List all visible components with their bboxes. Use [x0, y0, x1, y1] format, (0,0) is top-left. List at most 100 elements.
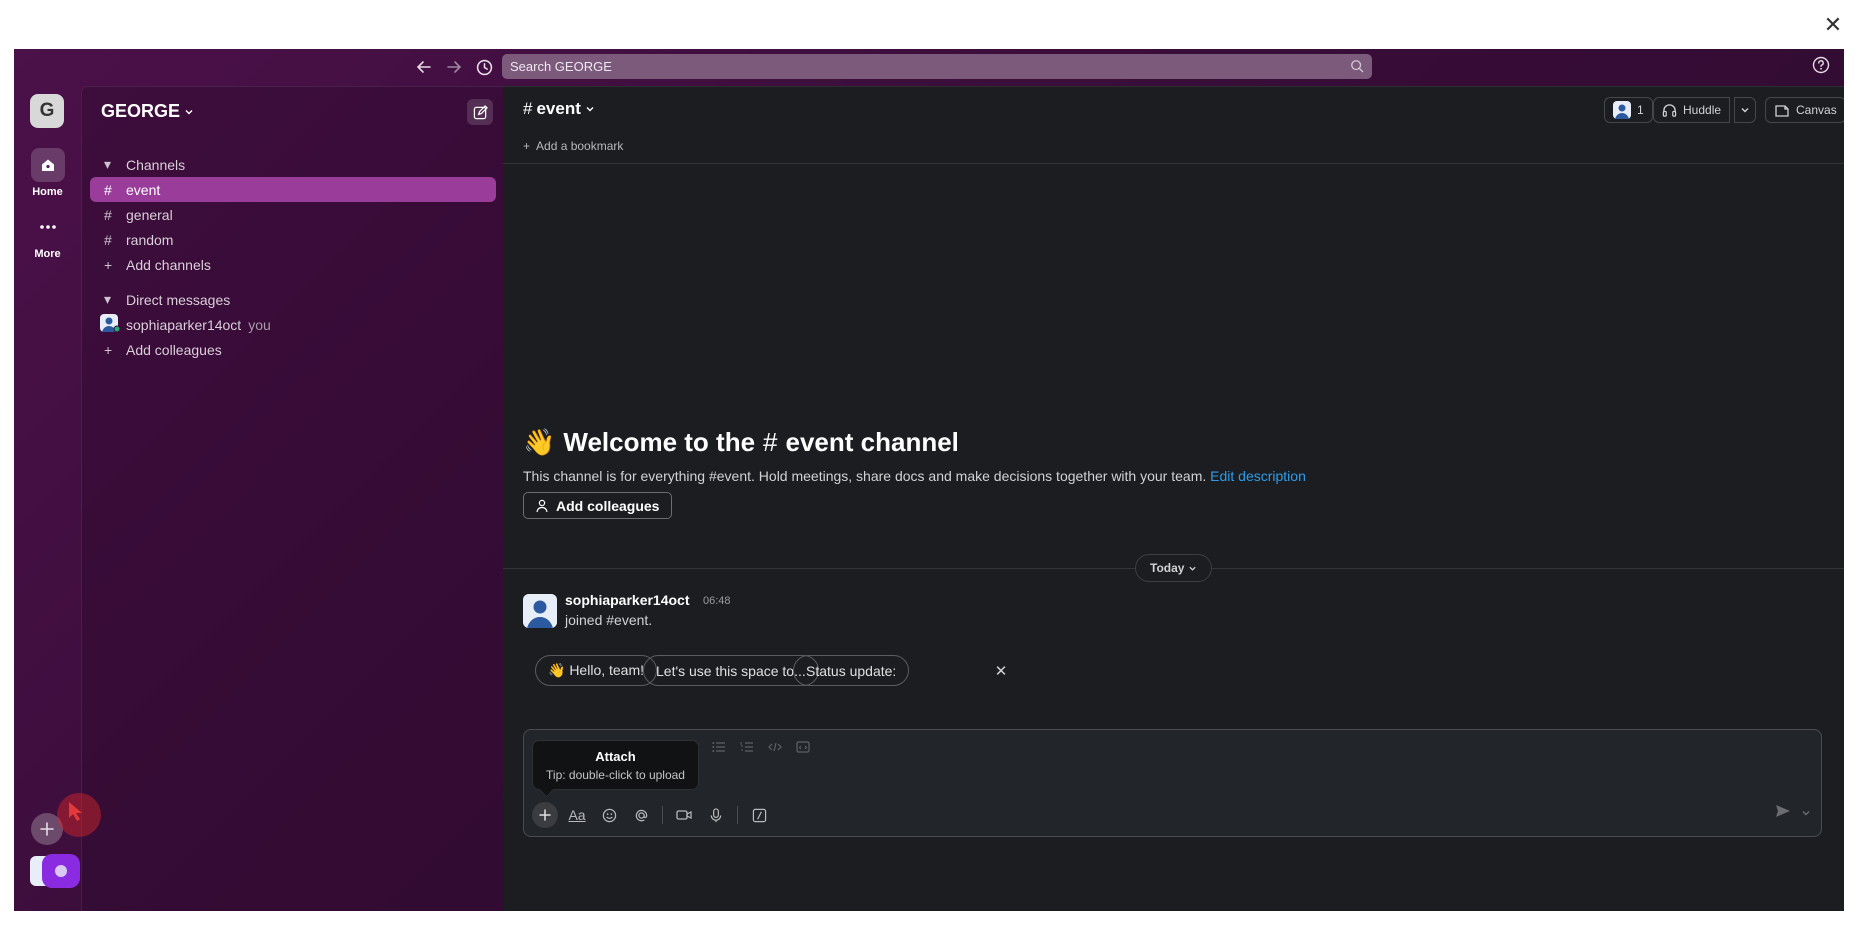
sidebar-item-general[interactable]: # general — [90, 202, 496, 227]
top-bar: Search GEORGE — [14, 49, 1844, 86]
caret-down-icon: ▾ — [104, 291, 112, 307]
caret-down-icon: ▾ — [104, 156, 112, 172]
help-button[interactable] — [1812, 56, 1834, 78]
add-bookmark-button[interactable]: + Add a bookmark — [523, 139, 623, 153]
formatting-toolbar — [710, 738, 812, 756]
close-window-button[interactable]: ✕ — [1818, 10, 1848, 40]
canvas-button[interactable]: Canvas — [1765, 97, 1844, 123]
emoji-button[interactable] — [596, 802, 622, 828]
channel-view: # event + Add a bookmark 1 Huddle Canvas… — [503, 86, 1844, 911]
shortcuts-button[interactable] — [746, 802, 772, 828]
mention-button[interactable] — [628, 802, 654, 828]
suggestion-chip-hello[interactable]: 👋 Hello, team! — [535, 655, 658, 686]
date-divider-button[interactable]: Today — [1135, 554, 1213, 582]
code-icon[interactable] — [766, 738, 784, 756]
chip-label: 👋 Hello, team! — [548, 662, 645, 678]
user-avatar[interactable] — [30, 854, 80, 888]
home-icon — [30, 148, 65, 182]
search-placeholder: Search GEORGE — [510, 59, 612, 74]
back-button[interactable] — [412, 55, 436, 79]
slash-command-icon — [752, 808, 766, 822]
mouse-pointer-icon — [69, 802, 82, 821]
suggestion-chip-status[interactable]: Status update: — [793, 655, 910, 686]
numbered-list-icon[interactable] — [738, 738, 756, 756]
message-avatar[interactable] — [523, 594, 557, 628]
add-colleagues-button[interactable]: Add colleagues — [523, 492, 673, 519]
history-button[interactable] — [472, 55, 496, 79]
rail-item-home[interactable]: Home — [14, 148, 81, 198]
hash-icon: # — [763, 427, 778, 457]
add-bookmark-label: Add a bookmark — [536, 139, 624, 153]
workspace-name-menu[interactable]: GEORGE — [101, 101, 194, 122]
microphone-icon — [710, 807, 722, 822]
edit-description-link[interactable]: Edit description — [1210, 468, 1306, 484]
dm-header: Direct messages — [126, 291, 231, 308]
audio-clip-button[interactable] — [703, 802, 729, 828]
huddle-button[interactable]: Huddle — [1653, 97, 1731, 123]
dismiss-suggestions-button[interactable]: ✕ — [991, 661, 1011, 681]
hash-icon: # — [523, 99, 533, 118]
user-avatar-icon — [30, 854, 80, 888]
message-timestamp[interactable]: 06:48 — [703, 595, 731, 607]
channel-label: event — [126, 181, 161, 198]
hash-icon: # — [104, 231, 112, 248]
hash-icon: # — [104, 181, 112, 198]
channels-section-toggle[interactable]: ▾ Channels — [90, 152, 496, 177]
channels-header: Channels — [126, 156, 186, 173]
headphones-icon — [1662, 103, 1677, 117]
rail-item-label: Home — [32, 186, 63, 198]
bullet-list-icon[interactable] — [710, 738, 728, 756]
user-avatar-icon — [523, 594, 557, 628]
workspace-name: GEORGE — [101, 101, 181, 121]
search-input[interactable]: Search GEORGE — [502, 54, 1372, 79]
direct-messages-section-toggle[interactable]: ▾ Direct messages — [90, 287, 496, 312]
wave-emoji: 👋 — [523, 427, 556, 457]
message-text: joined #event. — [565, 612, 653, 628]
compose-icon — [473, 104, 488, 119]
help-icon — [1812, 56, 1830, 74]
message-composer[interactable]: Aa Attach Tip: double-click to upload — [523, 729, 1822, 837]
rail-item-more[interactable]: More — [14, 210, 81, 260]
attach-button[interactable] — [532, 802, 558, 828]
sidebar-item-random[interactable]: # random — [90, 227, 496, 252]
emoji-icon — [602, 808, 616, 822]
arrow-right-icon — [447, 61, 462, 73]
toolbar-separator — [737, 806, 738, 824]
composer-toolbar: Aa — [532, 802, 772, 828]
chevron-down-icon — [1802, 810, 1810, 815]
send-button[interactable] — [1775, 804, 1791, 823]
add-channels-button[interactable]: + Add channels — [90, 252, 496, 277]
dm-user-name: sophiaparker14oct — [126, 316, 242, 333]
arrow-left-icon — [416, 61, 431, 73]
new-message-button[interactable] — [467, 99, 493, 125]
add-colleagues-label: Add colleagues — [126, 341, 222, 358]
add-person-icon — [536, 499, 548, 512]
at-icon — [635, 809, 647, 821]
hash-icon: # — [104, 206, 112, 223]
search-icon — [1350, 59, 1364, 76]
click-indicator — [57, 793, 101, 837]
plus-icon: + — [104, 256, 113, 273]
add-colleagues-sidebar-button[interactable]: + Add colleagues — [90, 337, 496, 362]
huddle-label: Huddle — [1683, 103, 1722, 117]
attach-tooltip: Attach Tip: double-click to upload — [532, 740, 699, 790]
sidebar-item-dm-self[interactable]: sophiaparker14oct you — [90, 312, 496, 337]
text-format-icon: Aa — [568, 807, 586, 823]
message-author[interactable]: sophiaparker14oct — [565, 592, 690, 608]
screen: ✕ Search GEORGE G Home More GEORGE ▾ Cha… — [0, 0, 1858, 930]
code-block-icon[interactable] — [794, 738, 812, 756]
workspace-switcher[interactable]: G — [30, 94, 64, 128]
send-options-button[interactable] — [1801, 805, 1811, 823]
members-button[interactable]: 1 — [1604, 97, 1653, 123]
sidebar-item-event[interactable]: # event — [90, 177, 496, 202]
huddle-options-button[interactable] — [1734, 97, 1756, 123]
add-channels-label: Add channels — [126, 256, 211, 273]
user-avatar-icon — [100, 314, 126, 335]
forward-button[interactable] — [442, 55, 466, 79]
toolbar-separator — [662, 806, 663, 824]
formatting-toggle-button[interactable]: Aa — [564, 802, 590, 828]
channel-title-menu[interactable]: # event — [523, 99, 595, 119]
tooltip-tip: Tip: double-click to upload — [546, 768, 685, 782]
video-clip-button[interactable] — [671, 802, 697, 828]
more-icon — [31, 210, 65, 244]
